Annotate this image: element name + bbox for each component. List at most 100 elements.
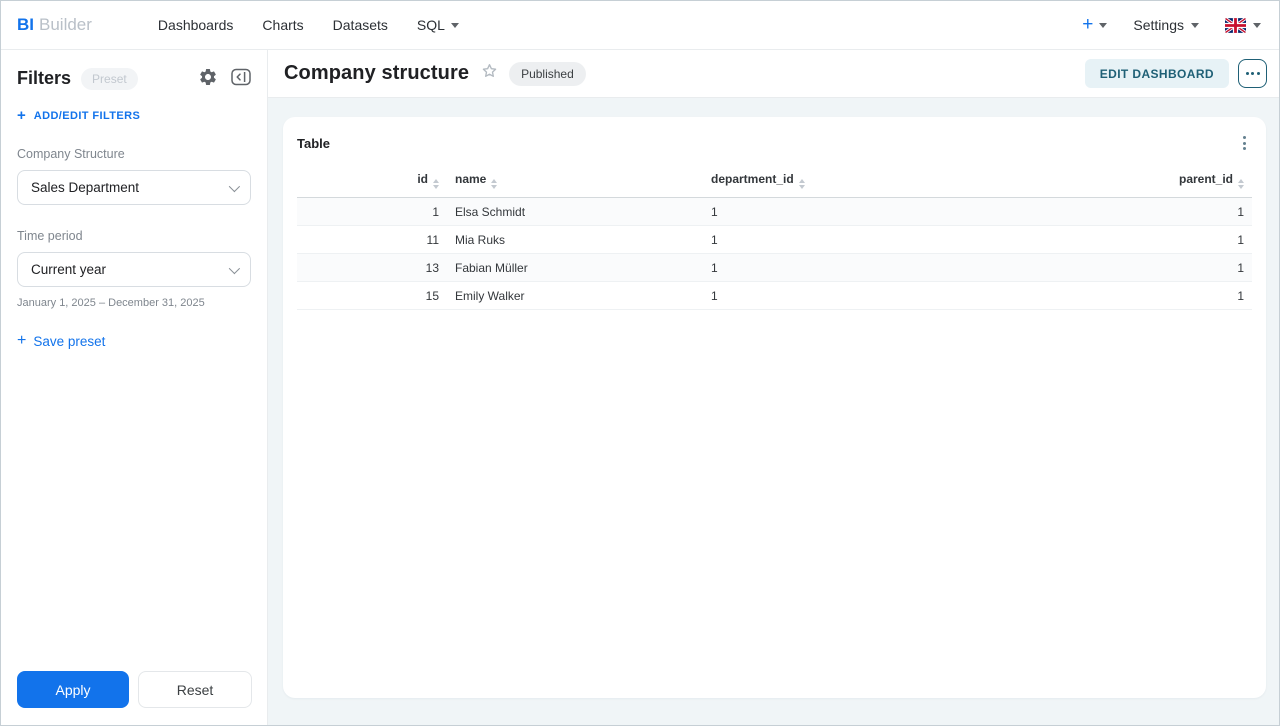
column-label: id [417,172,428,186]
sidebar-header: Filters Preset [17,67,251,90]
nav-item-datasets[interactable]: Datasets [333,17,388,33]
nav-item-label: Dashboards [157,17,234,33]
add-edit-filters-link[interactable]: + ADD/EDIT FILTERS [17,108,251,123]
sort-icon [433,179,439,189]
navbar-right: + Settings [1082,13,1261,35]
app-window: BI Builder Dashboards Charts Datasets SQL +… [0,0,1280,726]
chevron-down-icon [1253,22,1261,28]
table-cell: 1 [703,225,1082,254]
collapse-sidebar-button[interactable] [231,68,251,89]
filter-label: Company Structure [17,147,125,161]
column-header-id[interactable]: id [297,167,447,198]
nav-item-charts[interactable]: Charts [262,17,303,33]
logo-primary: BI [17,15,34,34]
table-cell: Emily Walker [447,281,703,310]
top-navbar: BI Builder Dashboards Charts Datasets SQL +… [1,1,1279,50]
settings-menu-button[interactable]: Settings [1133,17,1199,33]
table-cell: 1 [703,197,1082,226]
nav-item-dashboards[interactable]: Dashboards [158,17,234,33]
table-cell: 1 [1082,281,1252,310]
chevron-down-icon [1191,22,1199,28]
filter-settings-button[interactable] [198,67,218,90]
nav-item-sql[interactable]: SQL [417,17,459,33]
filter-select-company-structure[interactable]: Sales Department [17,170,251,205]
filter-group: Company Structure Sales Department [17,147,251,205]
filters-sidebar: Filters Preset + ADD/EDIT FILTERS Compan… [1,50,268,725]
nav-item-label: Charts [262,17,304,33]
app-logo[interactable]: BI Builder [17,15,92,35]
data-table: id name department_id parent_id 1 Elsa Schmi… [297,167,1252,310]
table-cell: Fabian Müller [447,253,703,282]
filter-group: Time period Current year January 1, 2025 –… [17,229,251,309]
preset-badge: Preset [81,67,138,90]
column-header-parent_id[interactable]: parent_id [1082,167,1252,198]
table-cell: Elsa Schmidt [447,197,703,226]
sort-icon [798,179,805,189]
column-label: department_id [711,172,794,186]
chevron-down-icon [228,262,241,274]
save-preset-link[interactable]: + Save preset [17,333,251,349]
star-icon [480,62,499,85]
gear-icon [198,67,218,90]
column-label: parent_id [1178,172,1233,186]
table-row: 15 Emily Walker 1 1 [297,281,1252,310]
table-cell: 1 [297,197,447,226]
column-label: name [455,172,487,186]
dashboard-canvas: Table id name department_id parent_id 1 Elsa… [268,98,1279,725]
table-cell: 1 [1082,253,1252,282]
chevron-down-icon [228,180,241,192]
filter-groups: Company Structure Sales Department Time pe… [17,147,251,309]
navbar-items: Dashboards Charts Datasets SQL [158,17,459,33]
table-cell: 1 [1082,197,1252,226]
reset-button[interactable]: Reset [138,671,252,708]
column-header-name[interactable]: name [447,167,703,198]
select-value: Current year [31,262,107,277]
table-cell: 13 [297,253,447,282]
status-badge: Published [509,61,586,86]
edit-dashboard-button[interactable]: EDIT DASHBOARD [1084,59,1229,88]
filters-title: Filters [17,68,72,88]
more-actions-button[interactable] [1238,59,1267,88]
filter-label: Time period [17,229,83,243]
language-menu-button[interactable] [1225,17,1261,33]
dashboard-header: Company structure Published EDIT DASHBOA… [268,50,1279,98]
nav-item-label: SQL [416,17,445,33]
page-title: Company structure [284,62,470,84]
table-cell: 11 [297,225,447,254]
logo-secondary: Builder [39,15,92,34]
table-cell: 15 [297,281,447,310]
table-cell: 1 [703,253,1082,282]
sidebar-footer: Apply Reset [17,671,252,708]
plus-icon: + [1082,13,1094,35]
ellipsis-icon [1245,72,1260,75]
column-header-department_id[interactable]: department_id [703,167,1082,198]
widget-title: Table [297,135,330,151]
filter-select-time-period[interactable]: Current year [17,252,251,287]
plus-icon: + [17,332,27,349]
chevron-down-icon [450,22,459,28]
widget-menu-button[interactable] [1237,132,1252,154]
table-cell: 1 [1082,225,1252,254]
settings-label: Settings [1133,17,1184,33]
apply-button[interactable]: Apply [17,671,129,708]
chevron-down-icon [1099,22,1108,28]
filter-hint: January 1, 2025 – December 31, 2025 [17,297,205,309]
plus-icon: + [17,107,26,124]
table-header-row: id name department_id parent_id [297,167,1252,198]
save-preset-label: Save preset [33,333,106,349]
table-cell: 1 [703,281,1082,310]
favorite-star-button[interactable] [480,62,499,85]
table-row: 13 Fabian Müller 1 1 [297,253,1252,282]
table-row: 11 Mia Ruks 1 1 [297,225,1252,254]
add-edit-filters-label: ADD/EDIT FILTERS [33,109,141,122]
table-cell: Mia Ruks [447,225,703,254]
main-area: Company structure Published EDIT DASHBOA… [268,50,1279,725]
sort-icon [491,179,498,189]
select-value: Sales Department [31,180,140,195]
table-widget-card: Table id name department_id parent_id 1 Elsa… [283,117,1266,698]
sort-icon [1238,179,1244,189]
collapse-panel-icon [231,68,251,89]
uk-flag-icon [1225,17,1246,33]
add-menu-button[interactable]: + [1082,13,1108,35]
nav-item-label: Datasets [332,17,388,33]
